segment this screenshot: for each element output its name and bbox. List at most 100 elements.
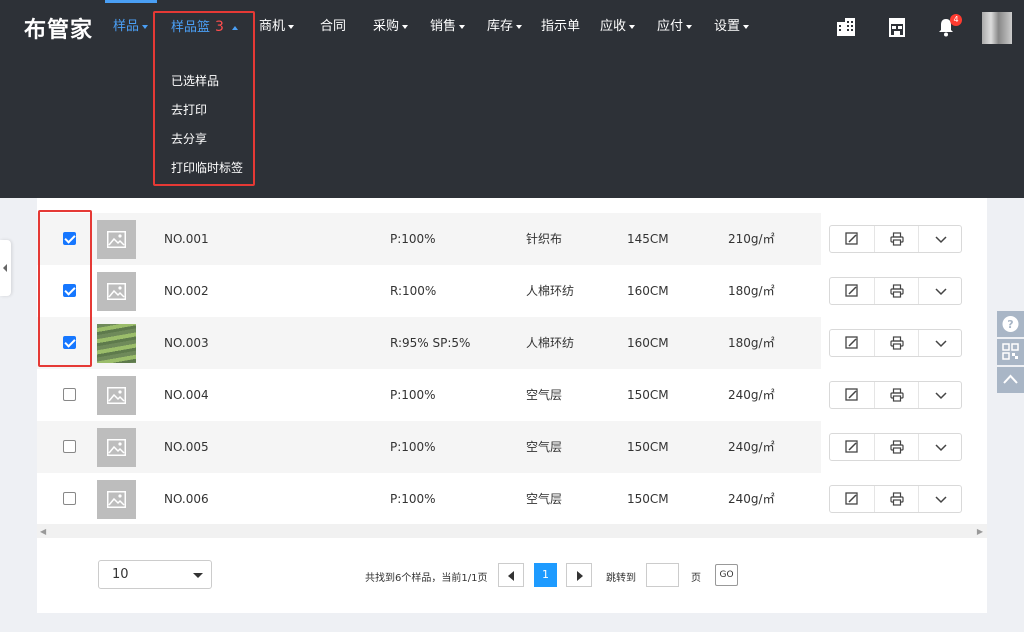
sample-type: 针织布	[526, 232, 563, 246]
sample-type: 空气层	[526, 388, 563, 402]
edit-button[interactable]	[830, 434, 874, 460]
collapse-arrow-icon	[3, 264, 7, 272]
more-button[interactable]	[918, 434, 962, 460]
sample-type: 人棉环纺	[526, 284, 575, 298]
qr-code-button[interactable]	[997, 339, 1024, 365]
row-action-buttons	[829, 433, 962, 461]
sample-code[interactable]: NO.006	[164, 473, 209, 525]
sample-code[interactable]: NO.005	[164, 421, 209, 473]
page-1-button[interactable]: 1	[534, 563, 557, 587]
horizontal-scrollbar[interactable]: ◀ ▶	[37, 524, 987, 538]
row-checkbox[interactable]	[63, 492, 76, 505]
row-action-buttons	[829, 381, 962, 409]
placeholder-image-icon	[107, 387, 126, 404]
edit-button[interactable]	[830, 278, 874, 304]
more-button[interactable]	[918, 382, 962, 408]
row-action-buttons	[829, 329, 962, 357]
sample-code[interactable]: NO.001	[164, 213, 209, 265]
nav-purchase-label: 采购	[373, 19, 400, 34]
go-button[interactable]: GO	[715, 564, 738, 586]
next-arrow-icon	[577, 571, 583, 581]
sample-type: 空气层	[526, 492, 563, 506]
notification-badge: 4	[950, 14, 962, 26]
sample-code[interactable]: NO.003	[164, 317, 209, 369]
sample-width: 160CM	[627, 284, 669, 298]
edit-button[interactable]	[830, 486, 874, 512]
more-button[interactable]	[918, 486, 962, 512]
qr-code-icon	[1002, 343, 1019, 360]
help-button[interactable]: ?	[997, 311, 1024, 337]
caret-down-icon	[288, 24, 295, 29]
more-button[interactable]	[918, 278, 962, 304]
edit-button[interactable]	[830, 382, 874, 408]
jump-page-input[interactable]	[646, 563, 679, 587]
print-button[interactable]	[874, 278, 918, 304]
nav-payables[interactable]: 应付	[657, 0, 693, 52]
nav-inventory[interactable]: 库存	[487, 0, 523, 52]
nav-purchase[interactable]: 采购	[373, 0, 409, 52]
highlight-box-checkboxes	[38, 210, 92, 367]
more-button[interactable]	[918, 330, 962, 356]
more-button[interactable]	[918, 226, 962, 252]
next-page-button[interactable]	[566, 563, 592, 587]
print-button[interactable]	[874, 486, 918, 512]
row-checkbox[interactable]	[63, 440, 76, 453]
sidebar-toggle[interactable]	[0, 240, 11, 296]
sample-composition: P:100%	[390, 388, 436, 402]
page-size-value: 10	[112, 567, 129, 582]
sample-width: 145CM	[627, 232, 669, 246]
print-button[interactable]	[874, 382, 918, 408]
print-button[interactable]	[874, 434, 918, 460]
caret-down-icon	[743, 24, 750, 29]
sample-code[interactable]: NO.004	[164, 369, 209, 421]
sample-thumbnail[interactable]	[97, 428, 136, 467]
sample-thumbnail[interactable]	[97, 220, 136, 259]
fabric-photo[interactable]	[97, 324, 136, 363]
sample-code[interactable]: NO.002	[164, 265, 209, 317]
sample-thumbnail[interactable]	[97, 480, 136, 519]
app-logo[interactable]: 布管家	[24, 12, 93, 44]
nav-sales[interactable]: 销售	[430, 0, 466, 52]
nav-payables-label: 应付	[657, 19, 684, 34]
nav-contracts[interactable]: 合同	[320, 0, 346, 52]
sample-weight: 240g/㎡	[728, 388, 775, 402]
sample-composition: P:100%	[390, 492, 436, 506]
nav-samples-label: 样品	[113, 19, 140, 34]
scroll-left-icon[interactable]: ◀	[40, 527, 46, 536]
nav-contracts-label: 合同	[320, 19, 347, 34]
store-icon[interactable]	[886, 16, 908, 38]
highlight-box-basket	[153, 11, 255, 186]
edit-button[interactable]	[830, 330, 874, 356]
nav-sales-label: 销售	[430, 19, 457, 34]
nav-samples[interactable]: 样品	[113, 0, 149, 52]
sample-composition: R:100%	[390, 284, 437, 298]
sample-type: 空气层	[526, 440, 563, 454]
sample-width: 150CM	[627, 492, 669, 506]
caret-down-icon	[629, 24, 636, 29]
caret-down-icon	[459, 24, 466, 29]
avatar[interactable]	[982, 12, 1012, 44]
nav-opportunities[interactable]: 商机	[259, 0, 295, 52]
nav-receivables[interactable]: 应收	[600, 0, 636, 52]
sample-width: 160CM	[627, 336, 669, 350]
back-to-top-button[interactable]	[997, 367, 1024, 393]
row-checkbox[interactable]	[63, 388, 76, 401]
caret-down-icon	[402, 24, 409, 29]
nav-instructions-label: 指示单	[541, 19, 581, 34]
sample-weight: 240g/㎡	[728, 492, 775, 506]
placeholder-image-icon	[107, 439, 126, 456]
print-button[interactable]	[874, 226, 918, 252]
nav-inventory-label: 库存	[487, 19, 514, 34]
building-icon[interactable]	[835, 16, 857, 38]
nav-instructions[interactable]: 指示单	[541, 0, 580, 52]
edit-button[interactable]	[830, 226, 874, 252]
sample-width: 150CM	[627, 440, 669, 454]
nav-settings[interactable]: 设置	[714, 0, 750, 52]
sample-composition: P:100%	[390, 232, 436, 246]
prev-page-button[interactable]	[498, 563, 524, 587]
sample-thumbnail[interactable]	[97, 376, 136, 415]
sample-thumbnail[interactable]	[97, 272, 136, 311]
page-size-select[interactable]: 10	[98, 560, 212, 589]
scroll-right-icon[interactable]: ▶	[977, 527, 983, 536]
print-button[interactable]	[874, 330, 918, 356]
